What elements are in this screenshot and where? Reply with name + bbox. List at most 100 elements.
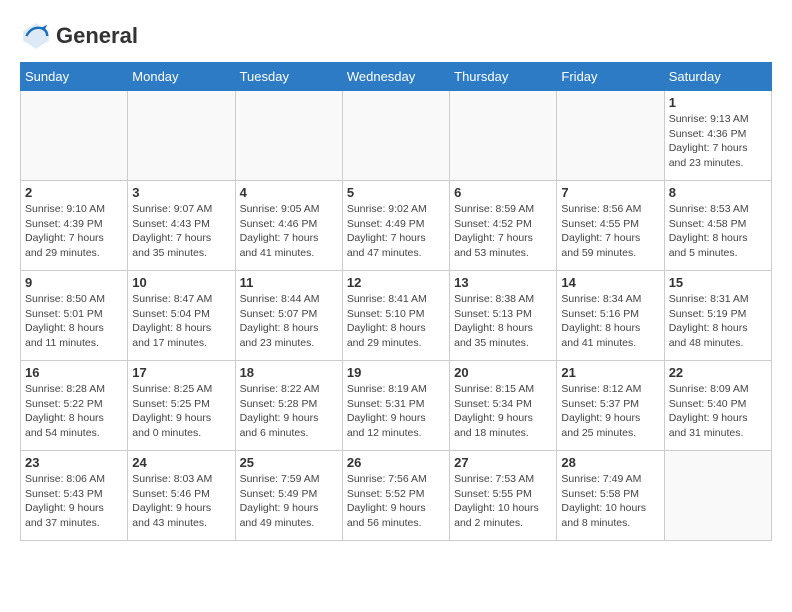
weekday-header-row: SundayMondayTuesdayWednesdayThursdayFrid…	[21, 63, 772, 91]
day-info: Sunrise: 8:59 AM Sunset: 4:52 PM Dayligh…	[454, 202, 552, 261]
day-info: Sunrise: 9:02 AM Sunset: 4:49 PM Dayligh…	[347, 202, 445, 261]
calendar-week-2: 2 Sunrise: 9:10 AM Sunset: 4:39 PM Daylig…	[21, 181, 772, 271]
weekday-header-wednesday: Wednesday	[342, 63, 449, 91]
day-number: 19	[347, 365, 445, 380]
day-info: Sunrise: 8:28 AM Sunset: 5:22 PM Dayligh…	[25, 382, 123, 441]
calendar-cell	[21, 91, 128, 181]
calendar-cell: 21 Sunrise: 8:12 AM Sunset: 5:37 PM Dayli…	[557, 361, 664, 451]
day-number: 17	[132, 365, 230, 380]
day-info: Sunrise: 7:59 AM Sunset: 5:49 PM Dayligh…	[240, 472, 338, 531]
day-info: Sunrise: 8:50 AM Sunset: 5:01 PM Dayligh…	[25, 292, 123, 351]
day-info: Sunrise: 8:47 AM Sunset: 5:04 PM Dayligh…	[132, 292, 230, 351]
calendar-cell: 12 Sunrise: 8:41 AM Sunset: 5:10 PM Dayli…	[342, 271, 449, 361]
logo: General	[20, 20, 138, 52]
day-number: 11	[240, 275, 338, 290]
day-number: 22	[669, 365, 767, 380]
day-info: Sunrise: 8:03 AM Sunset: 5:46 PM Dayligh…	[132, 472, 230, 531]
page-header: General	[20, 20, 772, 52]
day-info: Sunrise: 9:10 AM Sunset: 4:39 PM Dayligh…	[25, 202, 123, 261]
logo-text: General	[56, 24, 138, 48]
calendar-cell: 5 Sunrise: 9:02 AM Sunset: 4:49 PM Daylig…	[342, 181, 449, 271]
calendar-cell	[450, 91, 557, 181]
day-info: Sunrise: 8:25 AM Sunset: 5:25 PM Dayligh…	[132, 382, 230, 441]
day-number: 10	[132, 275, 230, 290]
day-number: 3	[132, 185, 230, 200]
calendar-cell: 16 Sunrise: 8:28 AM Sunset: 5:22 PM Dayli…	[21, 361, 128, 451]
weekday-header-saturday: Saturday	[664, 63, 771, 91]
day-number: 23	[25, 455, 123, 470]
calendar-cell: 18Sunrise: 8:22 AM Sunset: 5:28 PM Dayli…	[235, 361, 342, 451]
calendar-week-4: 16 Sunrise: 8:28 AM Sunset: 5:22 PM Dayli…	[21, 361, 772, 451]
calendar-cell: 23 Sunrise: 8:06 AM Sunset: 5:43 PM Dayli…	[21, 451, 128, 541]
calendar-cell: 2 Sunrise: 9:10 AM Sunset: 4:39 PM Daylig…	[21, 181, 128, 271]
day-number: 21	[561, 365, 659, 380]
day-number: 27	[454, 455, 552, 470]
calendar-cell: 15 Sunrise: 8:31 AM Sunset: 5:19 PM Dayli…	[664, 271, 771, 361]
day-info: Sunrise: 8:41 AM Sunset: 5:10 PM Dayligh…	[347, 292, 445, 351]
day-number: 12	[347, 275, 445, 290]
day-info: Sunrise: 7:49 AM Sunset: 5:58 PM Dayligh…	[561, 472, 659, 531]
calendar-cell: 19 Sunrise: 8:19 AM Sunset: 5:31 PM Dayli…	[342, 361, 449, 451]
day-info: Sunrise: 8:06 AM Sunset: 5:43 PM Dayligh…	[25, 472, 123, 531]
day-number: 7	[561, 185, 659, 200]
calendar-week-3: 9 Sunrise: 8:50 AM Sunset: 5:01 PM Daylig…	[21, 271, 772, 361]
day-number: 14	[561, 275, 659, 290]
day-info: Sunrise: 8:38 AM Sunset: 5:13 PM Dayligh…	[454, 292, 552, 351]
day-info: Sunrise: 8:12 AM Sunset: 5:37 PM Dayligh…	[561, 382, 659, 441]
calendar-cell: 10 Sunrise: 8:47 AM Sunset: 5:04 PM Dayli…	[128, 271, 235, 361]
day-info: Sunrise: 8:09 AM Sunset: 5:40 PM Dayligh…	[669, 382, 767, 441]
day-info: Sunrise: 8:22 AM Sunset: 5:28 PM Dayligh…	[240, 382, 338, 441]
day-info: Sunrise: 8:44 AM Sunset: 5:07 PM Dayligh…	[240, 292, 338, 351]
calendar-cell: 11 Sunrise: 8:44 AM Sunset: 5:07 PM Dayli…	[235, 271, 342, 361]
calendar-cell	[128, 91, 235, 181]
day-info: Sunrise: 8:15 AM Sunset: 5:34 PM Dayligh…	[454, 382, 552, 441]
calendar-cell: 22 Sunrise: 8:09 AM Sunset: 5:40 PM Dayli…	[664, 361, 771, 451]
calendar-cell: 8Sunrise: 8:53 AM Sunset: 4:58 PM Daylig…	[664, 181, 771, 271]
day-info: Sunrise: 8:31 AM Sunset: 5:19 PM Dayligh…	[669, 292, 767, 351]
calendar-cell: 28 Sunrise: 7:49 AM Sunset: 5:58 PM Dayli…	[557, 451, 664, 541]
calendar-cell	[235, 91, 342, 181]
calendar-week-1: 1Sunrise: 9:13 AM Sunset: 4:36 PM Daylig…	[21, 91, 772, 181]
day-number: 15	[669, 275, 767, 290]
calendar-cell: 1Sunrise: 9:13 AM Sunset: 4:36 PM Daylig…	[664, 91, 771, 181]
calendar-body: 1Sunrise: 9:13 AM Sunset: 4:36 PM Daylig…	[21, 91, 772, 541]
calendar-cell: 7Sunrise: 8:56 AM Sunset: 4:55 PM Daylig…	[557, 181, 664, 271]
calendar-cell	[664, 451, 771, 541]
day-number: 20	[454, 365, 552, 380]
day-info: Sunrise: 8:19 AM Sunset: 5:31 PM Dayligh…	[347, 382, 445, 441]
day-number: 28	[561, 455, 659, 470]
calendar-cell	[557, 91, 664, 181]
calendar-cell: 27 Sunrise: 7:53 AM Sunset: 5:55 PM Dayli…	[450, 451, 557, 541]
weekday-header-monday: Monday	[128, 63, 235, 91]
calendar-cell: 17 Sunrise: 8:25 AM Sunset: 5:25 PM Dayli…	[128, 361, 235, 451]
day-number: 24	[132, 455, 230, 470]
day-number: 16	[25, 365, 123, 380]
day-number: 8	[669, 185, 767, 200]
day-info: Sunrise: 7:53 AM Sunset: 5:55 PM Dayligh…	[454, 472, 552, 531]
calendar-cell: 24 Sunrise: 8:03 AM Sunset: 5:46 PM Dayli…	[128, 451, 235, 541]
weekday-header-sunday: Sunday	[21, 63, 128, 91]
weekday-header-friday: Friday	[557, 63, 664, 91]
weekday-header-tuesday: Tuesday	[235, 63, 342, 91]
day-info: Sunrise: 7:56 AM Sunset: 5:52 PM Dayligh…	[347, 472, 445, 531]
day-info: Sunrise: 9:05 AM Sunset: 4:46 PM Dayligh…	[240, 202, 338, 261]
calendar-cell: 9 Sunrise: 8:50 AM Sunset: 5:01 PM Daylig…	[21, 271, 128, 361]
calendar-cell: 14 Sunrise: 8:34 AM Sunset: 5:16 PM Dayli…	[557, 271, 664, 361]
logo-icon	[20, 20, 52, 52]
calendar-cell: 4Sunrise: 9:05 AM Sunset: 4:46 PM Daylig…	[235, 181, 342, 271]
day-info: Sunrise: 8:34 AM Sunset: 5:16 PM Dayligh…	[561, 292, 659, 351]
day-number: 2	[25, 185, 123, 200]
day-number: 5	[347, 185, 445, 200]
day-number: 1	[669, 95, 767, 110]
weekday-header-thursday: Thursday	[450, 63, 557, 91]
calendar-cell: 26 Sunrise: 7:56 AM Sunset: 5:52 PM Dayli…	[342, 451, 449, 541]
day-number: 26	[347, 455, 445, 470]
calendar-table: SundayMondayTuesdayWednesdayThursdayFrid…	[20, 62, 772, 541]
day-number: 25	[240, 455, 338, 470]
day-number: 13	[454, 275, 552, 290]
calendar-cell	[342, 91, 449, 181]
calendar-cell: 13 Sunrise: 8:38 AM Sunset: 5:13 PM Dayli…	[450, 271, 557, 361]
calendar-cell: 3Sunrise: 9:07 AM Sunset: 4:43 PM Daylig…	[128, 181, 235, 271]
day-number: 9	[25, 275, 123, 290]
calendar-week-5: 23 Sunrise: 8:06 AM Sunset: 5:43 PM Dayli…	[21, 451, 772, 541]
